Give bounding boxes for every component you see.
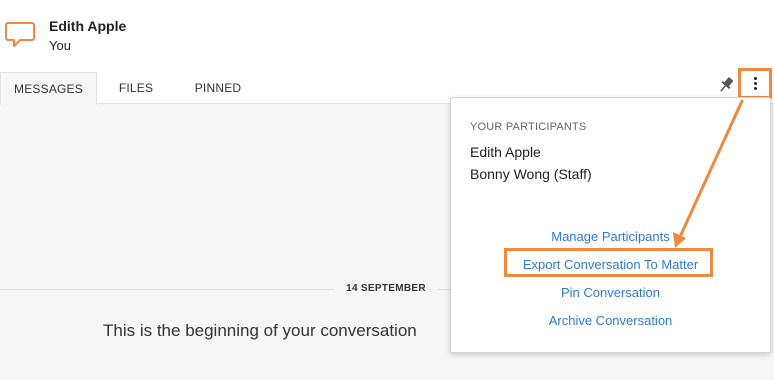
participant-item: Edith Apple: [470, 144, 541, 160]
tab-messages[interactable]: MESSAGES: [0, 72, 97, 105]
tab-pinned[interactable]: PINNED: [180, 72, 256, 104]
participants-heading: YOUR PARTICIPANTS: [470, 121, 587, 133]
participant-item: Bonny Wong (Staff): [470, 166, 592, 182]
manage-participants-link[interactable]: Manage Participants: [451, 229, 770, 244]
date-separator: 14 SEPTEMBER: [334, 283, 438, 294]
pin-conversation-link[interactable]: Pin Conversation: [451, 285, 770, 300]
conversation-subtitle: You: [49, 38, 71, 53]
ellipsis-dot: [754, 87, 757, 90]
archive-conversation-link[interactable]: Archive Conversation: [451, 313, 770, 328]
more-options-button[interactable]: [738, 68, 772, 99]
conversation-start-message: This is the beginning of your conversati…: [103, 321, 417, 340]
chat-bubble-icon: [5, 22, 35, 47]
pin-icon[interactable]: [716, 75, 736, 95]
conversation-header: Edith Apple You: [0, 0, 774, 72]
vertical-ellipsis-icon: [754, 77, 757, 80]
conversation-title: Edith Apple: [49, 18, 127, 34]
tab-files[interactable]: FILES: [106, 72, 166, 104]
export-highlight-box: [504, 248, 713, 277]
options-dropdown-menu: YOUR PARTICIPANTS Edith Apple Bonny Wong…: [450, 97, 771, 353]
ellipsis-dot: [754, 82, 757, 85]
